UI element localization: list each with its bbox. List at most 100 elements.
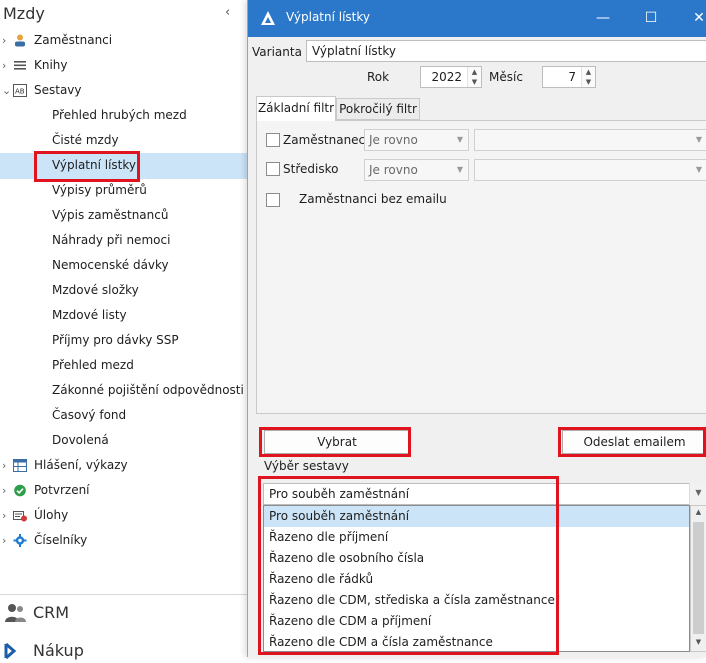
chevron-right-icon[interactable]: › [2,528,6,553]
module-nakup[interactable]: Nákup [4,637,204,663]
nav-group-ciselniky[interactable]: › Číselníky [2,528,233,553]
odeslat-emailem-button[interactable]: Odeslat emailem [562,430,706,454]
navigation-panel: Mzdy ‹ › Zaměstnanci › Knihy ⌄ AB Sestav… [0,0,247,660]
nav-group-hlaseni-vykazy[interactable]: › Hlášení, výkazy [2,453,233,478]
zamestnanec-checkbox[interactable] [266,133,280,147]
nav-group-ulohy[interactable]: › Úlohy [2,503,233,528]
stredisko-operator-select[interactable]: Je rovno ▼ [364,159,469,181]
scroll-down-icon[interactable]: ▼ [691,638,706,646]
vybrat-button[interactable]: Vybrat [264,430,410,454]
filter-panel: Zaměstnanec Je rovno ▼ ▼ Středisko Je ro… [256,120,706,414]
person-icon [15,34,25,47]
sestavy-item-prehled-mezd[interactable]: Přehled mezd [52,353,134,378]
app-logo-icon [261,11,275,25]
report-option[interactable]: Řazeno dle CDM a čísla zaměstnance [264,632,689,653]
report-option[interactable]: Řazeno dle osobního čísla [264,548,689,569]
spin-up-down-icon[interactable]: ▲ ▼ [581,67,595,87]
report-list-scrollbar[interactable]: ▲ ▼ [690,505,706,652]
chevron-right-icon[interactable]: › [2,453,6,478]
sestavy-item-prehled-hrubych-mezd[interactable]: Přehled hrubých mezd [52,103,187,128]
chevron-right-icon[interactable]: › [2,478,6,503]
zamestnanec-label: Zaměstnanec [283,133,366,147]
chevron-right-icon[interactable]: › [2,53,6,78]
scroll-up-icon[interactable]: ▲ [691,508,706,516]
purchase-icon [4,642,17,660]
close-icon[interactable]: ✕ [689,8,706,28]
spin-up-down-icon[interactable]: ▲ ▼ [467,67,481,87]
nav-group-zamestnanci[interactable]: › Zaměstnanci [2,28,233,53]
rok-label: Rok [367,70,390,84]
dialog-titlebar[interactable]: Výplatní lístky — ☐ ✕ [248,0,706,37]
gear-icon [13,534,27,547]
sestavy-item-vypisy-prumeru[interactable]: Výpisy průměrů [52,178,147,203]
chevron-down-icon: ▼ [456,165,463,174]
varianta-label: Varianta [252,45,302,59]
bez-emailu-label: Zaměstnanci bez emailu [299,192,447,206]
sestavy-item-vypis-zamestnancu[interactable]: Výpis zaměstnanců [52,203,168,228]
table-icon [13,459,27,472]
maximize-icon[interactable]: ☐ [641,8,661,28]
sestavy-item-mzdove-listy[interactable]: Mzdové listy [52,303,127,328]
chevron-left-icon[interactable]: ‹ [225,5,230,20]
nav-group-label: Knihy [34,58,68,72]
report-option[interactable]: Řazeno dle CDM, střediska a čísla zaměst… [264,590,689,611]
nav-group-label: Hlášení, výkazy [34,458,128,472]
vyber-sestavy-label: Výběr sestavy [264,459,349,473]
nav-group-potvrzeni[interactable]: › Potvrzení [2,478,233,503]
mesic-stepper[interactable]: 7 ▲ ▼ [542,66,596,88]
report-select[interactable]: Pro souběh zaměstnání [263,483,706,505]
mesic-label: Měsíc [489,70,523,84]
tab-pokrocily-filtr[interactable]: Pokročilý filtr [336,98,420,120]
sestavy-item-casovy-fond[interactable]: Časový fond [52,403,126,428]
sestavy-item-ciste-mzdy[interactable]: Čisté mzdy [52,128,119,153]
rok-value: 2022 [431,70,462,84]
nav-group-label: Zaměstnanci [34,33,113,47]
minimize-icon[interactable]: — [593,8,613,28]
chevron-down-icon[interactable]: ▼ [689,483,706,505]
people-icon [5,604,26,622]
chevron-right-icon[interactable]: › [2,28,6,53]
stredisko-label: Středisko [283,162,339,176]
nav-title: Mzdy [3,4,45,23]
check-circle-icon [14,484,26,497]
varianta-field[interactable]: Výplatní lístky [306,40,706,62]
operator-value: Je rovno [369,133,418,147]
dialog-title: Výplatní lístky [286,10,370,24]
stredisko-checkbox[interactable] [266,162,280,176]
task-icon [13,511,27,522]
chevron-down-icon[interactable]: ⌄ [2,78,11,103]
nav-group-sestavy[interactable]: ⌄ AB Sestavy [2,78,233,103]
chevron-down-icon: ▼ [695,135,702,144]
module-crm[interactable]: CRM [4,601,204,627]
zamestnanec-value-select[interactable]: ▼ [474,129,706,151]
bez-emailu-checkbox[interactable] [266,193,280,207]
stredisko-value-select[interactable]: ▼ [474,159,706,181]
mesic-value: 7 [568,70,576,84]
sestavy-item-mzdove-slozky[interactable]: Mzdové složky [52,278,139,303]
report-options-list: Pro souběh zaměstnání Řazeno dle příjmen… [263,505,690,652]
nav-group-knihy[interactable]: › Knihy [2,53,233,78]
sestavy-item-zakonne-pojisteni[interactable]: Zákonné pojištění odpovědnosti [52,378,244,403]
divider [0,594,247,595]
sestavy-item-nahrady-pri-nemoci[interactable]: Náhrady při nemoci [52,228,170,253]
chevron-right-icon[interactable]: › [2,503,6,528]
module-label: CRM [33,603,70,622]
sestavy-item-vyplatni-listky[interactable]: Výplatní lístky [52,153,136,178]
nav-group-label: Číselníky [34,533,88,547]
sestavy-item-dovolena[interactable]: Dovolená [52,428,109,453]
report-icon: AB [13,84,27,97]
scrollbar-thumb[interactable] [693,522,704,634]
report-option[interactable]: Řazeno dle CDM a příjmení [264,611,689,632]
operator-value: Je rovno [369,163,418,177]
tab-zakladni-filtr[interactable]: Základní filtr [256,96,336,121]
rok-stepper[interactable]: 2022 ▲ ▼ [420,66,482,88]
sestavy-item-prijmy-pro-davky-ssp[interactable]: Příjmy pro dávky SSP [52,328,179,353]
report-dialog: Výplatní lístky — ☐ ✕ Varianta Výplatní … [247,0,706,657]
zamestnanec-operator-select[interactable]: Je rovno ▼ [364,129,469,151]
list-icon [14,61,26,70]
report-option[interactable]: Pro souběh zaměstnání [264,506,689,527]
report-option[interactable]: Řazeno dle řádků [264,569,689,590]
sestavy-item-nemocenske-davky[interactable]: Nemocenské dávky [52,253,169,278]
report-option[interactable]: Řazeno dle příjmení [264,527,689,548]
module-label: Nákup [33,641,84,660]
